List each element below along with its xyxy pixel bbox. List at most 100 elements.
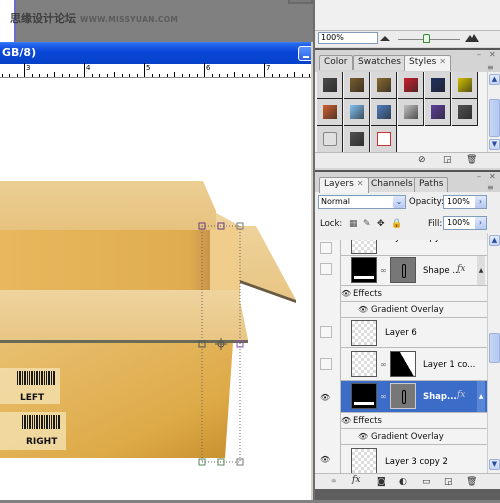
horizontal-ruler[interactable]: 3 4 5 6 7 xyxy=(0,63,313,78)
collapse-panel-icon[interactable]: – xyxy=(477,172,481,181)
effect-row[interactable]: 👁 Gradient Overlay xyxy=(341,429,487,445)
eye-icon[interactable]: 👁 xyxy=(341,416,351,425)
new-style-icon[interactable]: ◲ xyxy=(443,155,452,165)
delete-icon[interactable]: 🗑 xyxy=(466,155,477,165)
zoom-in-mountain-icon[interactable] xyxy=(465,33,479,42)
lock-all-icon[interactable]: 🔒 xyxy=(391,219,402,229)
close-tab-icon[interactable]: ✕ xyxy=(357,179,364,188)
layer-row[interactable]: Layer 3 copy 2 xyxy=(341,445,487,473)
tab-styles[interactable]: Styles ✕ xyxy=(404,55,451,71)
close-panel-icon[interactable]: ✕ xyxy=(489,50,496,59)
add-style-icon[interactable]: fx xyxy=(352,475,360,485)
collapse-panel-icon[interactable]: – xyxy=(477,50,481,59)
tab-channels[interactable]: Channels xyxy=(366,177,418,192)
panel-menu-icon[interactable]: ≡ xyxy=(487,63,494,72)
layer-thumbnail xyxy=(351,320,377,346)
new-group-icon[interactable]: ▭ xyxy=(422,477,431,487)
navigator-preview[interactable] xyxy=(315,0,500,30)
scroll-down-icon[interactable]: ▼ xyxy=(489,459,500,470)
fx-icon[interactable]: fx xyxy=(457,264,465,274)
zoom-slider-thumb[interactable] xyxy=(423,34,430,43)
scroll-thumb[interactable] xyxy=(489,333,500,363)
canvas[interactable]: LEFT RIGHT xyxy=(0,78,311,500)
layer-row[interactable]: ∞ Shape ... fx ▲ xyxy=(341,256,487,286)
effect-row[interactable]: 👁 Gradient Overlay xyxy=(341,302,487,318)
ruler-tick xyxy=(309,74,310,77)
tab-color[interactable]: Color xyxy=(319,55,353,70)
effects-row[interactable]: 👁 Effects xyxy=(341,413,487,429)
ruler-tick xyxy=(114,72,115,77)
panel-menu-icon[interactable]: ≡ xyxy=(487,183,494,192)
chevron-down-icon[interactable]: ⌄ xyxy=(393,196,405,208)
tab-layers[interactable]: Layers ✕ xyxy=(319,177,369,193)
eye-icon[interactable]: 👁 xyxy=(341,289,351,298)
layer-row-selected[interactable]: ∞ Shap... fx ▲ xyxy=(341,381,487,413)
scroll-down-icon[interactable]: ▼ xyxy=(489,139,500,150)
watermark-url: WWW.MISSYUAN.COM xyxy=(80,15,179,24)
eye-icon[interactable]: 👁 xyxy=(320,455,330,464)
lock-position-move-icon[interactable]: ✥ xyxy=(377,219,385,229)
lock-pixels-brush-icon[interactable]: ✎ xyxy=(363,219,371,229)
eye-icon[interactable]: 👁 xyxy=(358,432,368,441)
lock-transparency-icon[interactable]: ▦ xyxy=(349,219,358,229)
scroll-up-icon[interactable]: ▲ xyxy=(489,235,500,246)
layer-name: Layer 6 copy xyxy=(385,240,440,243)
style-swatch[interactable] xyxy=(371,99,397,126)
style-swatch[interactable] xyxy=(452,72,478,99)
ruler-tick xyxy=(61,74,63,77)
style-swatch[interactable] xyxy=(371,126,397,153)
new-layer-icon[interactable]: ◲ xyxy=(444,477,453,487)
barcode-left xyxy=(17,371,55,385)
zoom-input[interactable]: 100% xyxy=(318,32,378,44)
ruler-label: 3 xyxy=(26,64,31,72)
ruler-tick xyxy=(76,74,78,77)
styles-scrollbar[interactable]: ▲ ▼ xyxy=(487,72,500,152)
style-swatch-preview xyxy=(458,78,472,92)
layer-row[interactable]: Layer 6 copy xyxy=(341,240,487,256)
layer-row[interactable]: Layer 6 xyxy=(341,318,487,348)
style-swatch[interactable] xyxy=(317,72,343,99)
layers-list: Layer 6 copy ∞ Shape ... fx ▲ 👁 Effects … xyxy=(315,240,487,473)
opacity-arrow-icon[interactable]: › xyxy=(475,196,486,208)
effects-row[interactable]: 👁 Effects xyxy=(341,286,487,302)
layers-scrollbar[interactable]: ▲ ▼ xyxy=(487,233,500,473)
visibility-toggle[interactable] xyxy=(320,358,332,370)
visibility-toggle[interactable] xyxy=(320,242,332,254)
close-panel-icon[interactable]: ✕ xyxy=(489,172,496,181)
delete-layer-icon[interactable]: 🗑 xyxy=(466,477,477,487)
fill-arrow-icon[interactable]: › xyxy=(475,217,486,229)
ruler-tick xyxy=(46,74,48,77)
style-swatch[interactable] xyxy=(317,99,343,126)
style-swatch[interactable] xyxy=(398,99,424,126)
visibility-toggle[interactable] xyxy=(320,326,332,338)
style-swatch[interactable] xyxy=(371,72,397,99)
style-swatch[interactable] xyxy=(425,72,451,99)
close-tab-icon[interactable]: ✕ xyxy=(439,57,446,66)
add-mask-icon[interactable]: ◙ xyxy=(377,477,386,487)
scroll-up-icon[interactable]: ▲ xyxy=(489,74,500,85)
tab-paths[interactable]: Paths xyxy=(414,177,449,192)
style-swatch[interactable] xyxy=(344,126,370,153)
tab-swatches[interactable]: Swatches xyxy=(353,55,406,70)
panel-bottom-edge xyxy=(315,489,500,500)
document-titlebar[interactable] xyxy=(0,42,313,64)
eye-icon[interactable]: 👁 xyxy=(358,305,368,314)
expand-effects-icon[interactable]: ▲ xyxy=(477,381,485,412)
tab-label: Styles xyxy=(409,57,437,67)
link-layers-icon[interactable]: ⚭ xyxy=(330,477,338,487)
style-swatch[interactable] xyxy=(317,126,343,153)
zoom-out-mountain-icon[interactable] xyxy=(380,35,390,41)
style-swatch[interactable] xyxy=(425,99,451,126)
clear-style-icon[interactable]: ⊘ xyxy=(418,155,426,165)
style-swatch[interactable] xyxy=(452,99,478,126)
expand-effects-icon[interactable]: ▲ xyxy=(477,256,485,285)
adjustment-layer-icon[interactable]: ◐ xyxy=(399,477,407,487)
fx-icon[interactable]: fx xyxy=(457,390,465,400)
style-swatch[interactable] xyxy=(398,72,424,99)
style-swatch[interactable] xyxy=(344,99,370,126)
scroll-thumb[interactable] xyxy=(489,99,500,137)
style-swatch[interactable] xyxy=(344,72,370,99)
layer-row[interactable]: ∞ Layer 1 co... xyxy=(341,348,487,381)
visibility-toggle[interactable] xyxy=(320,263,332,275)
eye-icon[interactable]: 👁 xyxy=(320,393,330,402)
